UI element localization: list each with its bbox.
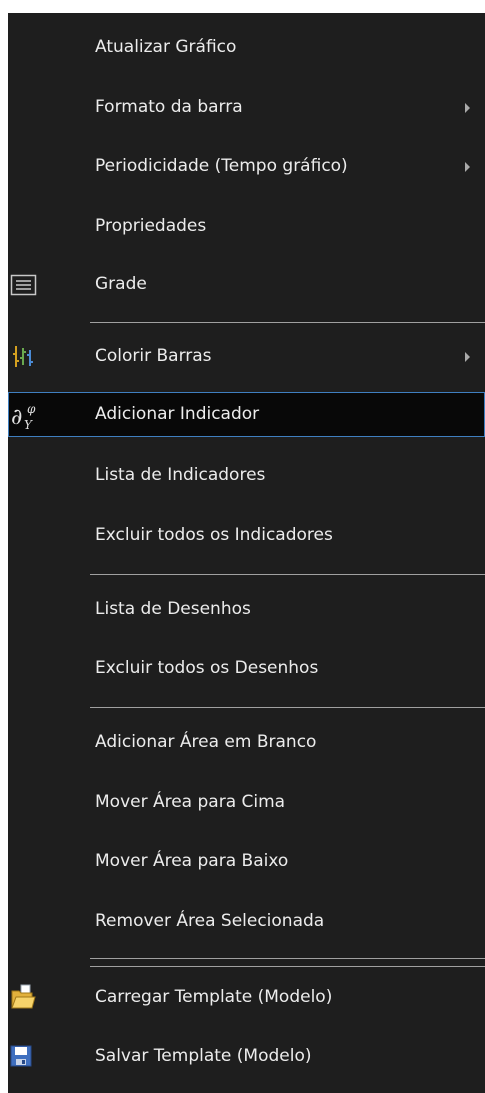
menu-item-label: Propriedades xyxy=(95,216,207,236)
menu-item-label: Periodicidade (Tempo gráfico) xyxy=(95,156,348,176)
menu-item-label: Salvar Template (Modelo) xyxy=(95,1046,312,1066)
menu-item-adicionar-area[interactable]: Adicionar Área em Branco xyxy=(8,720,485,765)
indicator-formula-icon: ∂ Y φ xyxy=(9,393,87,438)
menu-separator xyxy=(90,958,485,959)
menu-item-lista-de-indicadores[interactable]: Lista de Indicadores xyxy=(8,453,485,498)
menu-item-label: Excluir todos os Indicadores xyxy=(95,525,333,545)
color-bars-icon xyxy=(8,334,86,379)
menu-item-label: Lista de Desenhos xyxy=(95,599,251,619)
grid-lines-icon xyxy=(8,262,86,307)
menu-separator xyxy=(90,707,485,708)
menu-item-label: Mover Área para Cima xyxy=(95,792,286,812)
menu-item-lista-de-desenhos[interactable]: Lista de Desenhos xyxy=(8,587,485,632)
menu-item-mover-area-cima[interactable]: Mover Área para Cima xyxy=(8,780,485,825)
svg-text:Y: Y xyxy=(24,418,33,432)
submenu-arrow-icon xyxy=(465,352,470,362)
menu-item-adicionar-indicador[interactable]: ∂ Y φ Adicionar Indicador xyxy=(8,392,485,437)
menu-separator xyxy=(90,966,485,967)
menu-item-label: Remover Área Selecionada xyxy=(95,911,325,931)
svg-text:φ: φ xyxy=(27,402,36,416)
menu-item-label: Adicionar Área em Branco xyxy=(95,732,317,752)
menu-item-atualizar-grafico[interactable]: Atualizar Gráfico xyxy=(8,25,485,70)
menu-separator xyxy=(90,322,485,323)
svg-text:∂: ∂ xyxy=(11,405,22,430)
menu-item-label: Formato da barra xyxy=(95,97,243,117)
open-folder-icon xyxy=(8,975,86,1020)
menu-separator xyxy=(90,574,485,575)
submenu-arrow-icon xyxy=(465,162,470,172)
menu-item-colorir-barras[interactable]: Colorir Barras xyxy=(8,334,485,379)
menu-item-label: Atualizar Gráfico xyxy=(95,37,237,57)
menu-item-mover-area-baixo[interactable]: Mover Área para Baixo xyxy=(8,839,485,884)
menu-item-excluir-todos-desenhos[interactable]: Excluir todos os Desenhos xyxy=(8,646,485,691)
menu-item-label: Lista de Indicadores xyxy=(95,465,266,485)
menu-item-salvar-template[interactable]: Salvar Template (Modelo) xyxy=(8,1034,485,1079)
menu-item-excluir-todos-indicadores[interactable]: Excluir todos os Indicadores xyxy=(8,513,485,558)
menu-item-grade[interactable]: Grade xyxy=(8,262,485,307)
menu-item-label: Mover Área para Baixo xyxy=(95,851,289,871)
menu-item-remover-area[interactable]: Remover Área Selecionada xyxy=(8,899,485,944)
menu-item-propriedades[interactable]: Propriedades xyxy=(8,204,485,249)
menu-item-label: Excluir todos os Desenhos xyxy=(95,658,319,678)
menu-item-label: Adicionar Indicador xyxy=(95,404,260,424)
save-disk-icon xyxy=(8,1034,86,1079)
menu-item-carregar-template[interactable]: Carregar Template (Modelo) xyxy=(8,975,485,1020)
menu-item-label: Grade xyxy=(95,274,147,294)
menu-item-label: Colorir Barras xyxy=(95,346,212,366)
submenu-arrow-icon xyxy=(465,103,470,113)
menu-item-formato-da-barra[interactable]: Formato da barra xyxy=(8,85,485,130)
menu-item-periodicidade[interactable]: Periodicidade (Tempo gráfico) xyxy=(8,144,485,189)
context-menu: Atualizar Gráfico Formato da barra Perio… xyxy=(8,13,485,1093)
menu-item-label: Carregar Template (Modelo) xyxy=(95,987,333,1007)
